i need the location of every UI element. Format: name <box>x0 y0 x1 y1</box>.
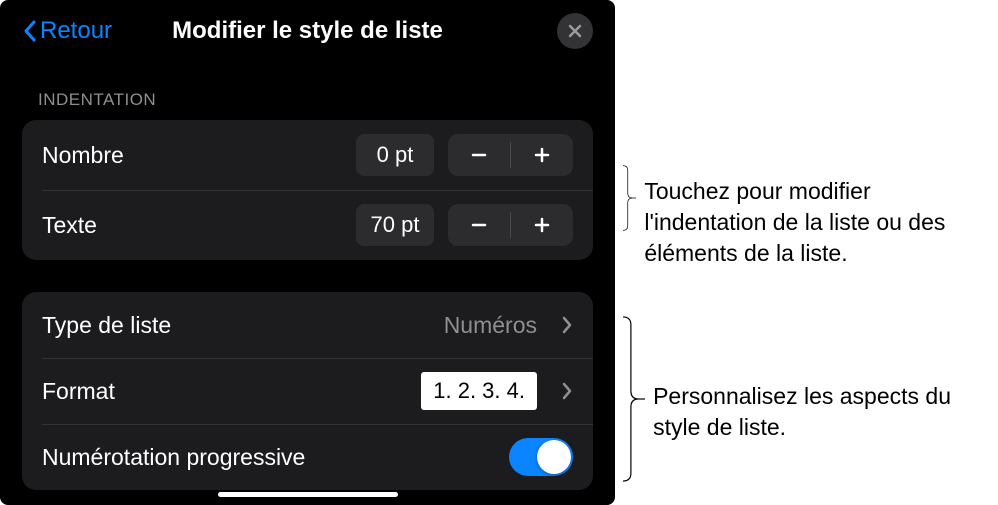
type-de-liste-label: Type de liste <box>42 312 171 339</box>
close-button[interactable] <box>557 13 593 49</box>
minus-icon <box>469 215 489 235</box>
indent-texte-increment[interactable] <box>511 204 573 246</box>
toggle-knob <box>537 440 571 474</box>
minus-icon <box>469 145 489 165</box>
chevron-left-icon <box>22 19 38 43</box>
chevron-right-icon <box>561 381 573 401</box>
bracket-icon <box>623 293 645 505</box>
indentation-section-header: INDENTATION <box>0 62 615 120</box>
indent-texte-decrement[interactable] <box>448 204 510 246</box>
panel-title: Modifier le style de liste <box>172 17 443 45</box>
numerotation-progressive-row: Numérotation progressive <box>22 424 593 490</box>
type-de-liste-row[interactable]: Type de liste Numéros <box>22 292 593 358</box>
indent-nombre-value[interactable]: 0 pt <box>356 134 434 176</box>
close-icon <box>567 23 583 39</box>
callout-style: Personnalisez les aspects du style de li… <box>623 293 998 505</box>
callout-indentation-text: Touchez pour modifier l'indentation de l… <box>644 176 998 269</box>
chevron-right-icon <box>561 315 573 335</box>
callout-indentation: Touchez pour modifier l'indentation de l… <box>623 128 998 269</box>
bracket-icon <box>623 128 636 268</box>
callouts-area: Touchez pour modifier l'indentation de l… <box>615 0 998 505</box>
indent-nombre-increment[interactable] <box>511 134 573 176</box>
edit-list-style-panel: Retour Modifier le style de liste INDENT… <box>0 0 615 505</box>
list-style-group: Type de liste Numéros Format 1. 2. 3. 4.… <box>22 292 593 490</box>
back-button[interactable]: Retour <box>22 17 112 45</box>
indent-nombre-decrement[interactable] <box>448 134 510 176</box>
format-label: Format <box>42 378 115 405</box>
indent-texte-label: Texte <box>42 212 97 239</box>
indent-texte-row: Texte 70 pt <box>22 190 593 260</box>
numerotation-progressive-toggle[interactable] <box>509 438 573 476</box>
numerotation-progressive-label: Numérotation progressive <box>42 444 305 471</box>
plus-icon <box>532 215 552 235</box>
indent-nombre-stepper <box>448 134 573 176</box>
back-label: Retour <box>40 17 112 45</box>
type-de-liste-value: Numéros <box>444 312 537 339</box>
indent-texte-stepper <box>448 204 573 246</box>
panel-header: Retour Modifier le style de liste <box>0 0 615 62</box>
format-preview: 1. 2. 3. 4. <box>421 372 537 410</box>
indent-nombre-label: Nombre <box>42 142 124 169</box>
plus-icon <box>532 145 552 165</box>
callout-style-text: Personnalisez les aspects du style de li… <box>653 381 998 443</box>
home-indicator <box>218 492 398 497</box>
format-row[interactable]: Format 1. 2. 3. 4. <box>22 358 593 424</box>
indent-nombre-row: Nombre 0 pt <box>22 120 593 190</box>
indent-texte-value[interactable]: 70 pt <box>356 204 434 246</box>
indentation-group: Nombre 0 pt Texte <box>22 120 593 260</box>
